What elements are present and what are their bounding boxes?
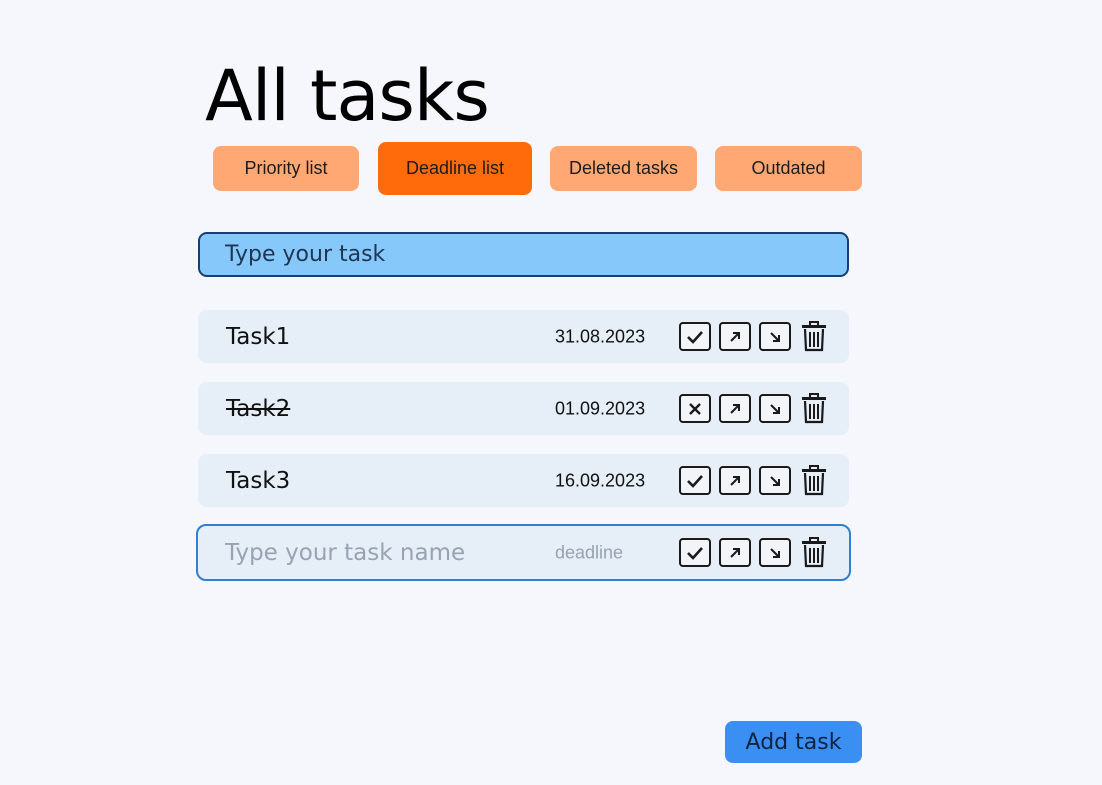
arrow-down-right-icon [770,547,780,558]
arrow-up-right-icon [730,403,740,414]
editing-task-row [196,524,851,581]
task-row: Task2 01.09.2023 [198,382,849,435]
task-name: Task1 [226,323,291,350]
check-icon [687,330,703,344]
task-actions [679,393,828,425]
task-deadline: 31.08.2023 [555,326,646,346]
delete-button[interactable] [800,465,828,497]
tab-outdated[interactable]: Outdated [715,146,862,191]
app-page: All tasks Priority list Deadline list De… [0,0,1102,785]
lower-priority-button[interactable] [759,394,791,423]
arrow-down-right-icon [770,403,780,414]
tab-deleted-tasks[interactable]: Deleted tasks [550,146,697,191]
arrow-down-right-icon [770,475,780,486]
task-actions [679,321,828,353]
raise-priority-button[interactable] [719,394,751,423]
trash-icon [802,465,826,496]
task-actions [679,537,828,569]
arrow-up-right-icon [730,547,740,558]
trash-icon [802,537,826,568]
task-name: Task3 [226,467,291,494]
tab-priority-list[interactable]: Priority list [213,146,359,191]
trash-icon [802,393,826,424]
trash-icon [802,321,826,352]
complete-button[interactable] [679,538,711,567]
complete-button[interactable] [679,466,711,495]
task-actions [679,465,828,497]
raise-priority-button[interactable] [719,466,751,495]
check-icon [687,474,703,488]
task-deadline-field [555,542,655,563]
complete-button[interactable] [679,322,711,351]
lower-priority-button[interactable] [759,322,791,351]
lower-priority-button[interactable] [759,538,791,567]
task-name-field [225,539,525,566]
task-name: Task2 [226,395,291,422]
task-name-input[interactable] [225,539,525,566]
delete-button[interactable] [800,393,828,425]
delete-button[interactable] [800,537,828,569]
uncomplete-button[interactable] [679,394,711,423]
raise-priority-button[interactable] [719,538,751,567]
add-task-button[interactable]: Add task [725,721,862,763]
task-deadline-input[interactable] [555,542,655,563]
new-task-input[interactable] [225,242,847,267]
task-row: Task1 31.08.2023 [198,310,849,363]
raise-priority-button[interactable] [719,322,751,351]
check-icon [687,546,703,560]
lower-priority-button[interactable] [759,466,791,495]
task-deadline: 16.09.2023 [555,470,646,490]
task-row: Task3 16.09.2023 [198,454,849,507]
arrow-down-right-icon [770,331,780,342]
delete-button[interactable] [800,321,828,353]
task-deadline: 01.09.2023 [555,398,646,418]
tab-deadline-list[interactable]: Deadline list [378,142,532,195]
arrow-up-right-icon [730,475,740,486]
arrow-up-right-icon [730,331,740,342]
x-icon [689,402,701,415]
page-title: All tasks [205,55,490,137]
new-task-field [198,232,849,277]
